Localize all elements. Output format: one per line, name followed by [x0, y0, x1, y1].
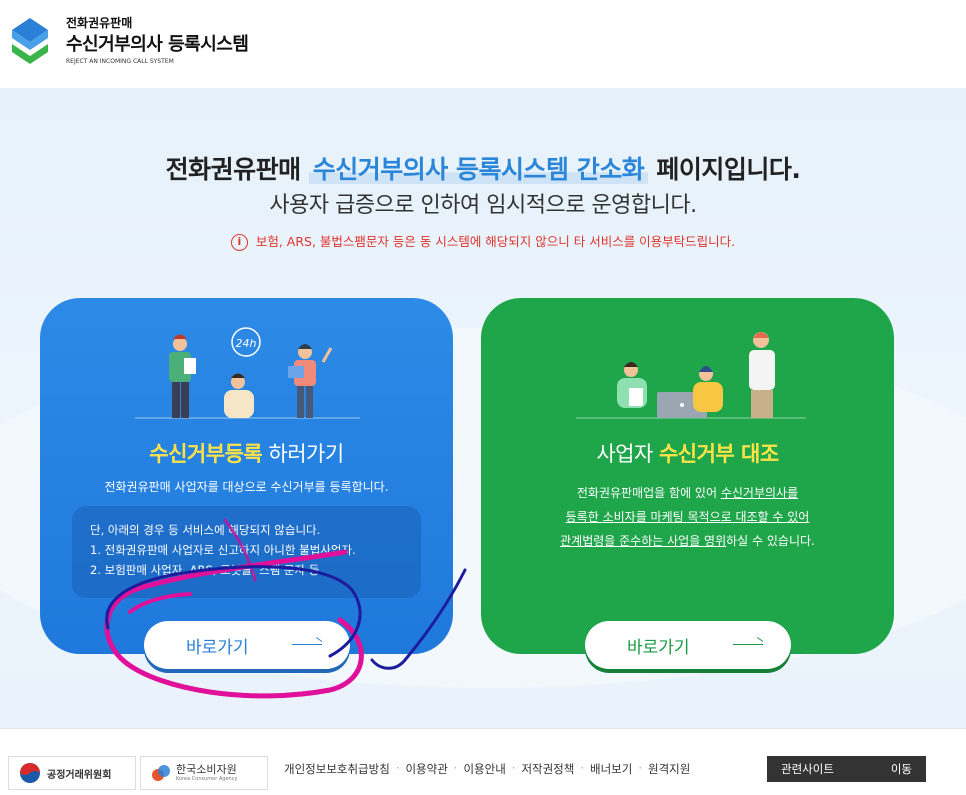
- ftc-logo-label: 공정거래위원회: [47, 769, 112, 781]
- title-highlight: 수신거부의사 등록시스템 간소화: [308, 155, 649, 184]
- business-card-description: 전화권유판매업을 함에 있어 수신거부의사를 등록한 소비자를 마케팅 목적으로…: [481, 481, 894, 553]
- footer-links: 개인정보보호취급방침 · 이용약관 · 이용안내 · 저작권정책 · 배너보기 …: [284, 761, 696, 777]
- kca-logo-english: Korea Consumer Agency: [176, 776, 238, 782]
- kca-emblem-icon: [152, 765, 170, 781]
- ftc-logo[interactable]: 공정거래위원회: [8, 756, 136, 790]
- page-title: 전화권유판매 수신거부의사 등록시스템 간소화 페이지입니다.: [0, 150, 966, 186]
- business-card: 사업자 수신거부 대조 전화권유판매업을 함에 있어 수신거부의사를 등록한 소…: [481, 298, 894, 654]
- footer-link-guide[interactable]: 이용안내: [463, 761, 505, 777]
- hero-section: 전화권유판매 수신거부의사 등록시스템 간소화 페이지입니다. 사용자 급증으로…: [0, 88, 966, 728]
- register-card-title: 수신거부등록 하러가기: [40, 438, 453, 468]
- register-title-bold: 수신거부등록: [149, 442, 263, 466]
- business-desc-line3-u: 관계법령을 준수하는 사업을 영위: [560, 534, 727, 548]
- business-desc-line3: 하실 수 있습니다.: [726, 534, 815, 548]
- notice-text: 보험, ARS, 불법스팸문자 등은 동 시스템에 해당되지 않으니 타 서비스…: [255, 234, 736, 249]
- logo-icon[interactable]: [10, 16, 50, 68]
- footer-link-separator: ·: [580, 761, 584, 775]
- register-title-rest: 하러가기: [262, 442, 344, 466]
- logo-subtitle: 전화권유판매: [66, 16, 133, 30]
- business-title-bold: 수신거부 대조: [658, 442, 779, 466]
- title-prefix: 전화권유판매: [165, 155, 309, 184]
- register-card: 24h 수신거부등록 하러가기 전화권유판매 사업자를 대상으로 수신거부를 등…: [40, 298, 453, 654]
- business-go-label: 바로가기: [627, 637, 690, 658]
- kca-logo-label: 한국소비자원: [176, 763, 237, 776]
- site-footer: 공정거래위원회 한국소비자원 Korea Consumer Agency 개인정…: [0, 728, 966, 795]
- footer-link-remote[interactable]: 원격지원: [648, 761, 690, 777]
- ftc-emblem-icon: [20, 763, 40, 783]
- meeting-people-illustration: [576, 332, 806, 419]
- info-icon: i: [230, 234, 248, 251]
- site-header: 전화권유판매 수신거부의사 등록시스템 REJECT AN INCOMING C…: [0, 0, 966, 88]
- business-card-title: 사업자 수신거부 대조: [481, 438, 894, 468]
- business-go-button[interactable]: 바로가기: [585, 621, 791, 669]
- register-go-label: 바로가기: [186, 637, 249, 658]
- business-desc-line1-u: 수신거부의사를: [720, 486, 799, 500]
- title-suffix: 페이지입니다.: [648, 155, 801, 184]
- related-sites-label: 관련사이트: [781, 762, 834, 776]
- footer-link-terms[interactable]: 이용약관: [405, 761, 447, 777]
- footer-link-separator: ·: [453, 761, 458, 775]
- exception-item-2: 2. 보험판매 사업자, ARS, 로봇콜, 스팸 문자 등: [90, 563, 320, 577]
- footer-link-copyright[interactable]: 저작권정책: [521, 761, 574, 777]
- clock-24h-label: 24h: [236, 337, 257, 350]
- notice-message: i 보험, ARS, 불법스팸문자 등은 동 시스템에 해당되지 않으니 타 서비…: [0, 231, 966, 251]
- business-desc-line2: 등록한 소비자를 마케팅 목적으로 대조할 수 있어: [565, 510, 810, 524]
- exception-box: 단, 아래의 경우 등 서비스에 해당되지 않습니다. 1. 전화권유판매 사업…: [72, 506, 421, 598]
- exception-item-1: 1. 전화권유판매 사업자로 신고하지 아니한 불법사업자.: [90, 543, 356, 557]
- register-go-button[interactable]: 바로가기: [144, 621, 350, 669]
- arrow-right-icon: [733, 644, 763, 645]
- exception-title: 단, 아래의 경우 등 서비스에 해당되지 않습니다.: [90, 523, 321, 537]
- logo-english: REJECT AN INCOMING CALL SYSTEM: [66, 58, 174, 65]
- register-card-description: 전화권유판매 사업자를 대상으로 수신거부를 등록합니다.: [104, 480, 389, 494]
- kca-logo[interactable]: 한국소비자원 Korea Consumer Agency: [140, 756, 268, 790]
- business-title-pre: 사업자: [596, 442, 659, 466]
- page-subtitle: 사용자 급증으로 인하여 임시적으로 운영합니다.: [269, 193, 697, 218]
- related-sites-select[interactable]: 관련사이트 이동: [767, 756, 926, 782]
- footer-link-banner[interactable]: 배너보기: [590, 761, 632, 777]
- footer-link-separator: ·: [395, 761, 400, 775]
- footer-link-separator: ·: [511, 761, 516, 775]
- footer-link-privacy[interactable]: 개인정보보호취급방침: [284, 761, 390, 777]
- business-desc-line1: 전화권유판매업을 함에 있어: [576, 486, 721, 500]
- logo-title[interactable]: 수신거부의사 등록시스템: [66, 30, 249, 56]
- office-people-illustration: 24h: [135, 327, 360, 419]
- arrow-right-icon: [292, 644, 322, 645]
- related-sites-go-button[interactable]: 이동: [891, 761, 912, 777]
- footer-link-separator: ·: [638, 761, 642, 775]
